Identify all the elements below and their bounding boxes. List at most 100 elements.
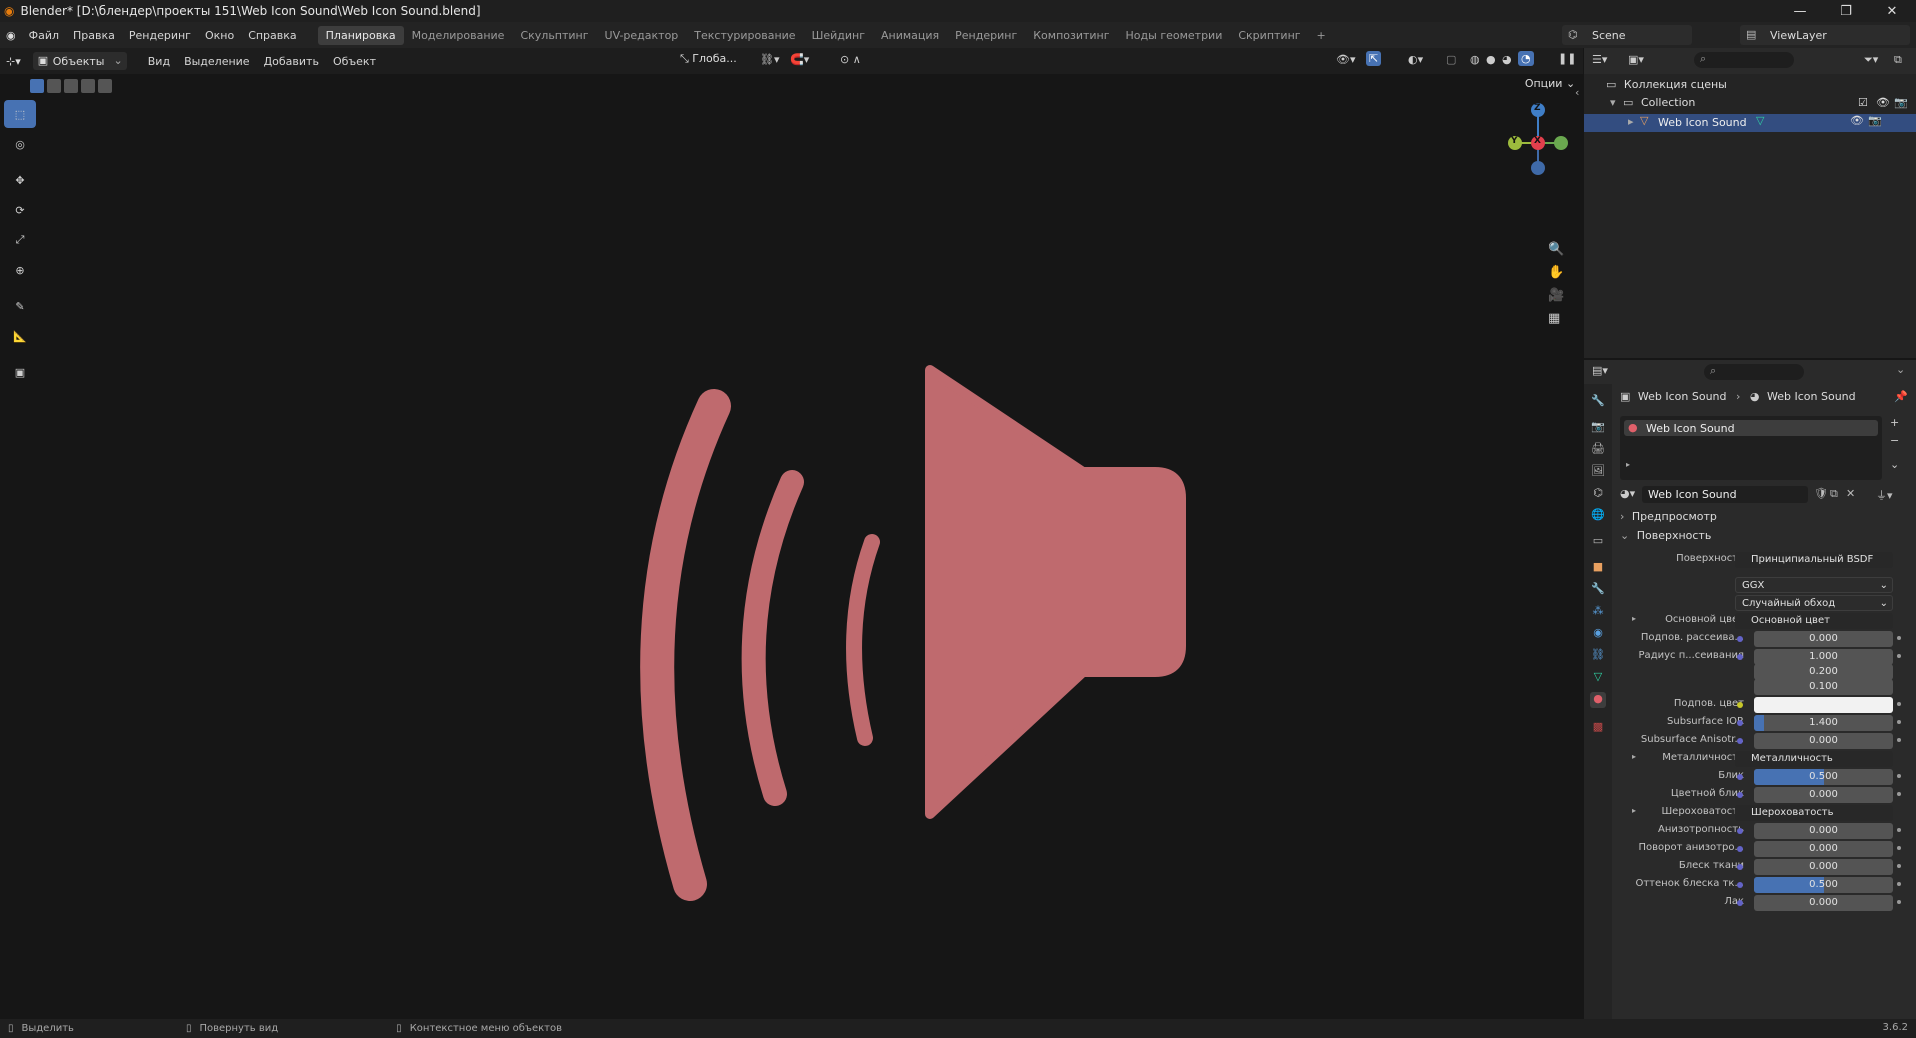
specular-tint-field[interactable]: 0.000 (1754, 787, 1893, 803)
unlink-icon[interactable]: ✕ (1846, 487, 1855, 500)
navigation-gizmo[interactable]: Z Y X (1495, 102, 1575, 182)
menu-view[interactable]: Вид (141, 55, 177, 68)
menu-file[interactable]: Файл (22, 29, 66, 42)
tab-sculpting[interactable]: Скульптинг (512, 26, 596, 45)
menu-add[interactable]: Добавить (257, 55, 326, 68)
tab-layout[interactable]: Планировка (317, 25, 404, 45)
collection-tab-icon[interactable]: ▭ (1590, 534, 1606, 550)
orientation-selector[interactable]: ⤡ Глоба... (680, 52, 750, 70)
roughness-field[interactable]: Шероховатость (1735, 805, 1893, 821)
sheen-field[interactable]: 0.000 (1754, 859, 1893, 875)
view-layer-selector[interactable]: ▤ ViewLayer (1740, 25, 1910, 45)
metallic-field[interactable]: Металличность (1735, 751, 1893, 767)
render-camera-icon[interactable]: 📷 (1868, 114, 1882, 127)
3d-viewport[interactable]: Опции ⌄ Z Y X 🔍 ✋ 🎥 ▦ ‹ (0, 74, 1583, 1019)
surface-panel-header[interactable]: ⌄ Поверхность (1620, 529, 1910, 547)
outliner-editor-icon[interactable]: ☰▾ (1592, 53, 1607, 66)
subsurface-anisotropy-field[interactable]: 0.000 (1754, 733, 1893, 749)
tab-geometry-nodes[interactable]: Ноды геометрии (1118, 26, 1231, 45)
annotate-tool-icon[interactable]: ✎ (4, 292, 36, 320)
mode-selector[interactable]: ▣ Объекты ⌄ (32, 52, 127, 70)
pivot-icon[interactable]: ⛓▾ (760, 53, 780, 66)
world-tab-icon[interactable]: 🌐 (1590, 508, 1606, 524)
clearcoat-field[interactable]: 0.000 (1754, 895, 1893, 911)
add-cube-tool-icon[interactable]: ▣ (4, 358, 36, 386)
transform-tool-icon[interactable]: ⊕ (4, 256, 36, 284)
select-new-icon[interactable] (30, 79, 44, 93)
outliner-scene-collection[interactable]: ▭ Коллекция сцены (1606, 78, 1906, 96)
fake-user-icon[interactable]: 🛡 (1814, 487, 1828, 500)
add-workspace-icon[interactable]: + (1309, 26, 1334, 45)
chevron-down-icon[interactable]: ⌄ (1896, 363, 1905, 376)
base-color-field[interactable]: Основной цвет (1735, 613, 1893, 629)
tab-modeling[interactable]: Моделирование (404, 26, 513, 45)
scale-tool-icon[interactable]: ⤢ (4, 226, 36, 254)
render-tab-icon[interactable]: 📷 (1590, 420, 1606, 436)
scene-tab-icon[interactable]: ⌬ (1590, 486, 1606, 502)
remove-slot-icon[interactable]: − (1890, 434, 1899, 447)
anisotropic-field[interactable]: 0.000 (1754, 823, 1893, 839)
hide-eye-icon[interactable]: 👁 (1876, 96, 1890, 109)
select-box-tool-icon[interactable]: ⬚ (4, 100, 36, 128)
tab-rendering[interactable]: Рендеринг (947, 26, 1025, 45)
blender-menu-icon[interactable]: ◉ (6, 29, 16, 42)
duplicate-icon[interactable]: ⧉ (1830, 487, 1838, 501)
exclude-checkbox-icon[interactable]: ☑ (1858, 96, 1868, 109)
subsurface-method-dropdown[interactable]: Случайный обход ⌄ (1735, 595, 1893, 611)
speaker-mesh[interactable] (600, 294, 1200, 914)
distribution-dropdown[interactable]: GGX ⌄ (1735, 577, 1893, 593)
expand-arrow-icon[interactable]: ▾ (1610, 96, 1616, 109)
measure-tool-icon[interactable]: 📐 (4, 322, 36, 350)
speaker-body[interactable] (925, 365, 1186, 819)
subsurface-field[interactable]: 0.000 (1754, 631, 1893, 647)
properties-editor-icon[interactable]: ▤▾ (1592, 364, 1608, 377)
material-browse-icon[interactable]: ◕▾ (1620, 487, 1635, 500)
expand-arrow-icon[interactable]: ▸ (1632, 614, 1636, 623)
cursor-tool-icon[interactable]: ◎ (4, 130, 36, 158)
sound-wave-large[interactable] (640, 389, 731, 901)
tab-animation[interactable]: Анимация (873, 26, 947, 45)
tab-uv-editing[interactable]: UV-редактор (597, 26, 687, 45)
render-camera-icon[interactable]: 📷 (1894, 96, 1908, 109)
output-tab-icon[interactable]: 🖨 (1590, 442, 1606, 458)
zoom-icon[interactable]: 🔍 (1548, 242, 1564, 257)
pan-hand-icon[interactable]: ✋ (1548, 265, 1564, 280)
sound-wave-small[interactable] (846, 534, 880, 746)
scene-selector[interactable]: ⌬ Scene (1562, 25, 1692, 45)
expand-arrow-icon[interactable]: ▸ (1632, 752, 1636, 761)
sheen-tint-field[interactable]: 0.500 (1754, 877, 1893, 893)
tool-tab-icon[interactable]: 🔧 (1590, 394, 1606, 410)
outliner-object-row[interactable]: ▸ ▽ Web Icon Sound ▽ 👁 📷 (1584, 114, 1916, 132)
grid-icon[interactable]: ▦ (1548, 311, 1564, 326)
minimize-button[interactable]: — (1778, 0, 1822, 22)
tab-shading[interactable]: Шейдинг (804, 26, 873, 45)
anisotropic-rotation-field[interactable]: 0.000 (1754, 841, 1893, 857)
rendered-shading-icon[interactable]: ◔ (1518, 51, 1534, 66)
tab-texture-paint[interactable]: Текстурирование (686, 26, 803, 45)
tab-scripting[interactable]: Скриптинг (1230, 26, 1308, 45)
view-layer-tab-icon[interactable]: 🖼 (1590, 464, 1606, 480)
outliner-search-input[interactable]: ⌕ (1694, 52, 1794, 68)
menu-edit[interactable]: Правка (66, 29, 122, 42)
add-slot-icon[interactable]: + (1890, 416, 1899, 429)
subsurface-color-swatch[interactable] (1754, 697, 1893, 713)
rotate-tool-icon[interactable]: ⟳ (4, 196, 36, 224)
material-slot-item[interactable]: ● Web Icon Sound (1624, 420, 1878, 436)
overlay-toggle-icon[interactable]: ◐▾ (1408, 53, 1423, 66)
material-shading-icon[interactable]: ◕ (1502, 53, 1512, 66)
visibility-icon[interactable]: 👁▾ (1336, 53, 1356, 66)
expand-arrow-icon[interactable]: ▸ (1626, 460, 1630, 469)
xray-icon[interactable]: ▢ (1446, 53, 1456, 66)
menu-object[interactable]: Объект (326, 55, 383, 68)
node-link-icon[interactable]: ⏚▾ (1876, 487, 1893, 503)
menu-render[interactable]: Рендеринг (122, 29, 198, 42)
camera-icon[interactable]: 🎥 (1548, 288, 1564, 303)
pause-icon[interactable]: ❚❚ (1558, 52, 1576, 65)
sound-wave-medium[interactable] (741, 470, 804, 806)
maximize-button[interactable]: ❐ (1824, 0, 1868, 22)
solid-shading-icon[interactable]: ● (1486, 53, 1496, 66)
select-intersect-icon[interactable] (98, 79, 112, 93)
proportional-edit-icon[interactable]: ⊙ ∧ (840, 53, 861, 66)
preview-panel-header[interactable]: › Предпросмотр (1620, 510, 1910, 528)
display-mode-icon[interactable]: ▣▾ (1628, 53, 1644, 66)
